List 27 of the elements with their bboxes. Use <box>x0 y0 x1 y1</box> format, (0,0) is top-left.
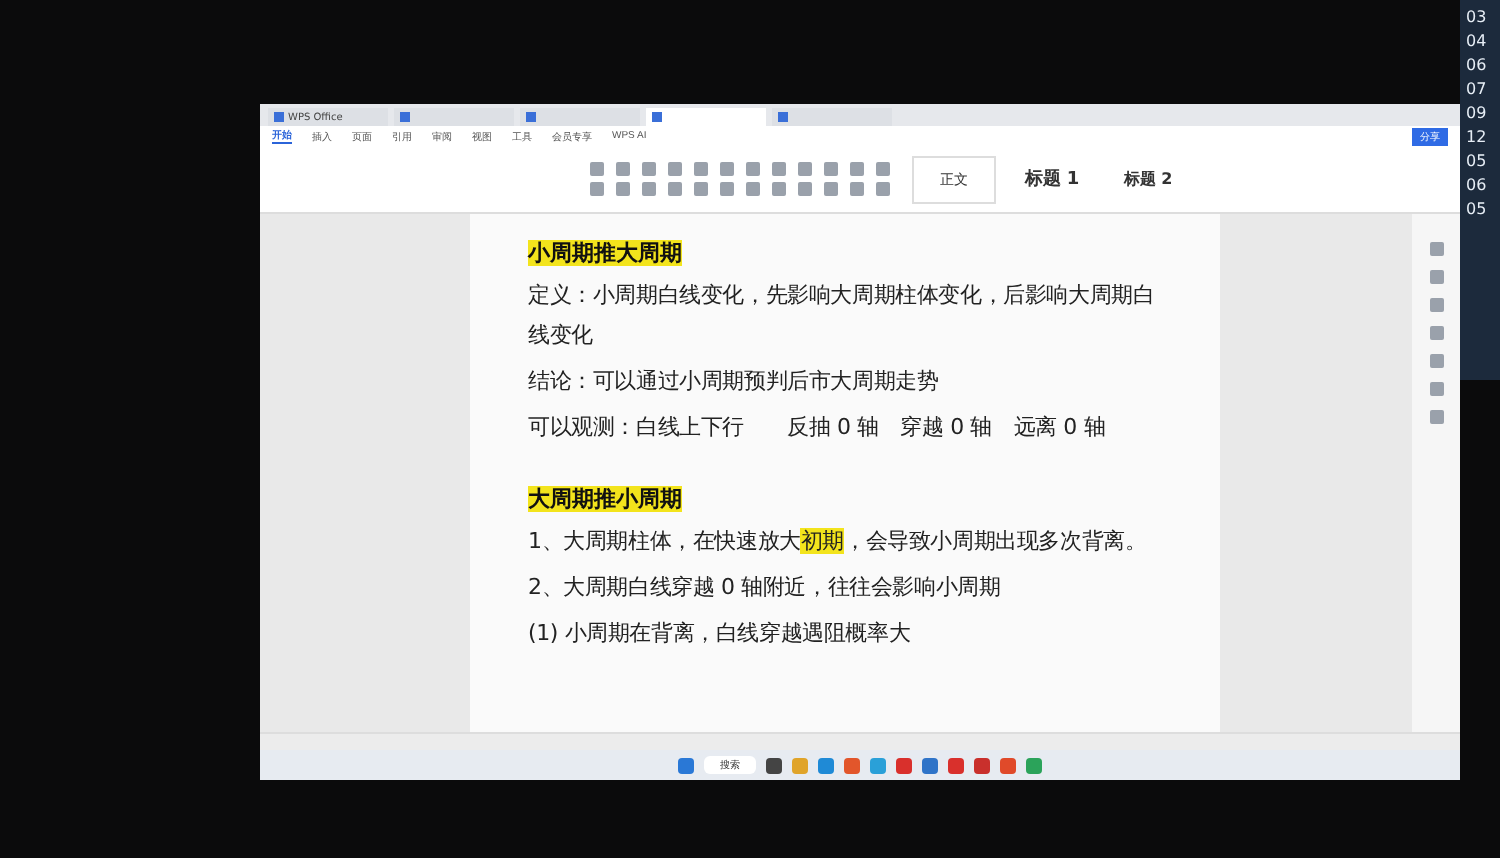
list-number: 03 <box>1466 8 1489 26</box>
file-icon <box>274 112 284 122</box>
file-icon <box>652 112 662 122</box>
file-icon <box>400 112 410 122</box>
paragraph: 可以观测：白线上下行 反抽 0 轴 穿越 0 轴 远离 0 轴 <box>528 412 1108 444</box>
document-tab[interactable] <box>646 108 766 126</box>
file-icon <box>778 112 788 122</box>
paragraph: 定义：小周期白线变化，先影响大周期柱体变化，后影响大周期白线变化 <box>528 280 1157 352</box>
list-number: 06 <box>1466 56 1489 74</box>
document-tab[interactable] <box>394 108 514 126</box>
section-heading: 大周期推小周期 <box>528 484 684 516</box>
document-tab[interactable] <box>772 108 892 126</box>
list-number: 09 <box>1466 104 1489 122</box>
paragraph: 1、大周期柱体，在快速放大初期，会导致小周期出现多次背离。 <box>528 526 1149 558</box>
file-icon <box>526 112 536 122</box>
list-number: 05 <box>1466 200 1489 218</box>
list-number: 12 <box>1466 128 1489 146</box>
paragraph: 结论：可以通过小周期预判后市大周期走势 <box>528 366 941 398</box>
section-heading: 小周期推大周期 <box>528 238 684 270</box>
document-tab[interactable] <box>520 108 640 126</box>
list-number: 06 <box>1466 176 1489 194</box>
paragraph: 2、大周期白线穿越 0 轴附近，往往会影响小周期 <box>528 572 1003 604</box>
list-number: 04 <box>1466 32 1489 50</box>
start-icon[interactable] <box>678 757 694 773</box>
list-number: 07 <box>1466 80 1489 98</box>
list-number: 05 <box>1466 152 1489 170</box>
paragraph: (1) 小周期在背离，白线穿越遇阻概率大 <box>528 618 913 650</box>
